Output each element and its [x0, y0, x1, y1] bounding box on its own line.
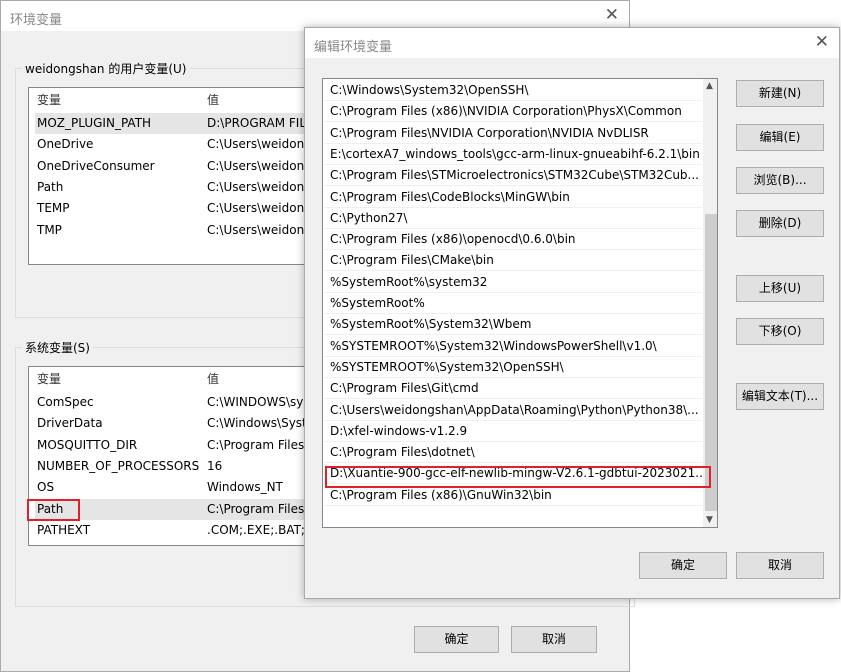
path-item[interactable]: C:\Users\weidongshan\AppData\Roaming\Pyt…: [324, 400, 702, 421]
column-header-value: 值: [207, 93, 220, 107]
path-item[interactable]: C:\Program Files\NVIDIA Corporation\NVID…: [324, 123, 702, 144]
variable-value: C:\WINDOWS\sy: [207, 395, 304, 409]
variable-value: C:\Program Files: [207, 437, 305, 452]
path-item[interactable]: C:\Windows\System32\OpenSSH\: [324, 80, 702, 101]
group-label: 系统变量(S): [22, 339, 93, 356]
cancel-button[interactable]: 取消: [511, 626, 597, 653]
ok-button[interactable]: 确定: [414, 626, 499, 653]
path-item[interactable]: C:\Python27\: [324, 208, 702, 229]
close-icon[interactable]: ✕: [815, 32, 829, 52]
variable-name: DriverData: [37, 416, 103, 431]
column-header-variable: 变量: [37, 93, 62, 107]
variable-name: TEMP: [37, 201, 70, 216]
variable-name: MOZ_PLUGIN_PATH: [37, 116, 152, 130]
variable-value: D:\PROGRAM FIL: [207, 116, 306, 130]
browse-button[interactable]: 浏览(B)...: [736, 167, 824, 194]
delete-button[interactable]: 删除(D): [736, 210, 824, 237]
variable-name: PATHEXT: [37, 522, 91, 537]
path-item[interactable]: C:\Program Files\Git\cmd: [324, 378, 702, 400]
variable-value: .COM;.EXE;.BAT;.: [207, 522, 309, 537]
variable-name: Path: [37, 179, 64, 194]
variable-value: C:\Users\weidon: [207, 222, 305, 237]
path-item[interactable]: C:\Program Files (x86)\NVIDIA Corporatio…: [324, 101, 702, 123]
path-item[interactable]: %SystemRoot%: [324, 293, 702, 314]
variable-value: C:\Users\weidon: [207, 201, 305, 216]
scroll-down-icon[interactable]: ▼: [706, 515, 713, 525]
variable-name: TMP: [37, 222, 62, 237]
close-icon[interactable]: ✕: [605, 5, 619, 25]
scroll-up-icon[interactable]: ▲: [706, 81, 713, 91]
column-header-value: 值: [207, 372, 220, 386]
path-item[interactable]: E:\cortexA7_windows_tools\gcc-arm-linux-…: [324, 144, 702, 165]
path-item[interactable]: %SYSTEMROOT%\System32\OpenSSH\: [324, 357, 702, 378]
path-item[interactable]: %SystemRoot%\system32: [324, 272, 702, 293]
path-list[interactable]: ▲ ▼ C:\Windows\System32\OpenSSH\ C:\Progr…: [322, 78, 718, 528]
variable-value: C:\Users\weidon: [207, 158, 305, 173]
new-button[interactable]: 新建(N): [736, 80, 824, 107]
xuantie-highlight: [325, 466, 711, 488]
path-item[interactable]: C:\Program Files\STMicroelectronics\STM3…: [324, 165, 702, 187]
path-item[interactable]: %SYSTEMROOT%\System32\WindowsPowerShell\…: [324, 336, 702, 357]
path-highlight: [27, 499, 80, 521]
path-item[interactable]: %SystemRoot%\System32\Wbem: [324, 314, 702, 336]
dialog-title: 环境变量: [10, 13, 63, 28]
group-label: weidongshan 的用户变量(U): [22, 60, 190, 77]
path-item[interactable]: D:\xfel-windows-v1.2.9: [324, 421, 702, 442]
variable-name: NUMBER_OF_PROCESSORS: [37, 458, 200, 473]
variable-value: C:\Windows\Syst: [207, 416, 307, 431]
variable-value: C:\Users\weidon: [207, 179, 305, 194]
variable-value: C:\Users\weidon: [207, 137, 305, 152]
move-down-button[interactable]: 下移(O): [736, 318, 824, 345]
edit-button[interactable]: 编辑(E): [736, 124, 824, 151]
variable-name: MOSQUITTO_DIR: [37, 437, 138, 452]
variable-name: OS: [37, 480, 55, 495]
title-bar: 编辑环境变量: [305, 28, 839, 58]
ok-button[interactable]: 确定: [639, 552, 727, 579]
path-item[interactable]: C:\Program Files\CMake\bin: [324, 250, 702, 272]
variable-name: OneDriveConsumer: [37, 158, 155, 173]
path-item[interactable]: C:\Program Files (x86)\openocd\0.6.0\bin: [324, 229, 702, 251]
variable-value: Windows_NT: [207, 480, 283, 495]
column-header-variable: 变量: [37, 372, 62, 386]
path-item[interactable]: C:\Program Files\dotnet\: [324, 442, 702, 464]
scrollbar[interactable]: ▲ ▼: [703, 79, 717, 527]
dialog-title: 编辑环境变量: [314, 40, 393, 55]
variable-name: ComSpec: [37, 395, 94, 409]
cancel-button[interactable]: 取消: [736, 552, 824, 579]
variable-value: 16: [207, 458, 223, 473]
variable-name: OneDrive: [37, 137, 94, 152]
edit-text-button[interactable]: 编辑文本(T)...: [736, 383, 824, 410]
variable-value: C:\Program Files: [207, 501, 305, 516]
path-item[interactable]: C:\Program Files\CodeBlocks\MinGW\bin: [324, 187, 702, 208]
move-up-button[interactable]: 上移(U): [736, 275, 824, 302]
